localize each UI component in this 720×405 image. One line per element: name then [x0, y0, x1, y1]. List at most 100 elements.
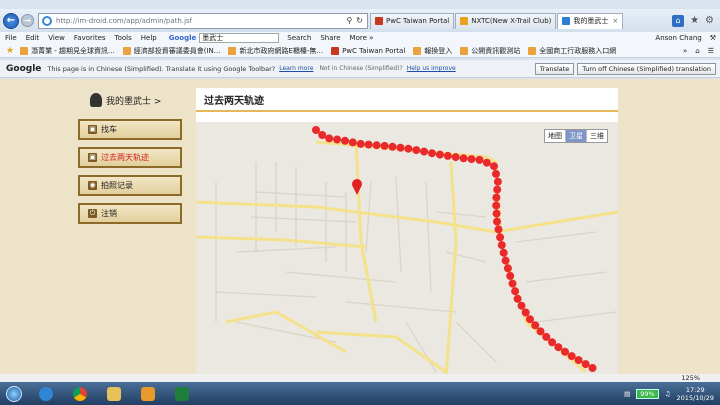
battery-indicator[interactable]: 99%	[636, 388, 659, 399]
favorite-link[interactable]: 潛菁業 - 趨期見全球資訊...	[20, 46, 115, 56]
translate-buttons: Translate Turn off Chinese (Simplified) …	[534, 62, 716, 75]
track-point	[443, 151, 452, 160]
turn-off-translation-button[interactable]: Turn off Chinese (Simplified) translatio…	[577, 62, 716, 75]
favorite-label: PwC Taiwan Portal	[342, 46, 406, 55]
learn-more-link[interactable]: Learn more	[279, 65, 313, 72]
close-tab-icon[interactable]: ×	[612, 17, 618, 25]
taskbar-chrome[interactable]	[64, 384, 96, 404]
track-point	[388, 142, 397, 151]
track-point	[435, 150, 444, 159]
favorite-link[interactable]: 新北市政府網路E櫃檯-無...	[228, 46, 323, 56]
sidebar-item-photos[interactable]: ◉ 拍照记录	[78, 175, 182, 196]
tab-pwc[interactable]: PwC Taiwan Portal	[370, 12, 455, 29]
volume-icon[interactable]: ♫	[665, 390, 671, 398]
back-button[interactable]: ←	[3, 12, 19, 29]
track-point	[493, 185, 502, 194]
track-point	[581, 360, 590, 369]
track-point	[333, 135, 342, 144]
signal-icon[interactable]: ▤	[624, 390, 630, 398]
menu-file[interactable]: File	[5, 34, 17, 42]
favorite-link[interactable]: PwC Taiwan Portal	[331, 46, 406, 55]
favbar-right: » ⌂ ☰	[683, 47, 714, 55]
home-icon[interactable]: ⌂	[695, 47, 699, 55]
tab-imdroid[interactable]: 我的墨武士 ×	[557, 12, 624, 29]
translate-button[interactable]: Translate	[534, 62, 575, 75]
favorites-star-icon[interactable]: ★	[6, 46, 14, 56]
search-icon[interactable]: ⚲	[346, 16, 352, 25]
account-name[interactable]: Anson Chang	[655, 34, 701, 42]
google-search-input[interactable]: 墨武士	[199, 33, 280, 43]
sidebar-item-track[interactable]: ▣ 过去两天轨迹	[78, 147, 182, 168]
tab-label: 我的墨武士	[573, 17, 609, 25]
favorite-link[interactable]: 報換登入	[413, 46, 452, 56]
favicon-icon	[331, 46, 340, 55]
pwc-favicon-icon	[375, 17, 383, 25]
excel-icon	[175, 386, 189, 401]
menu-tools[interactable]: Tools	[115, 34, 132, 42]
favorite-link[interactable]: 公開資訊觀測站	[460, 46, 520, 56]
map-type-satellite[interactable]: 卫星	[566, 130, 587, 142]
favicon-icon	[20, 46, 29, 55]
taskbar-outlook[interactable]	[132, 384, 164, 404]
chrome-icon	[73, 386, 87, 401]
sidebar-item-logout[interactable]: ⏻ 注销	[78, 203, 182, 224]
taskbar-explorer[interactable]	[98, 384, 130, 404]
zoom-level[interactable]: 125%	[681, 374, 700, 382]
track-point	[567, 352, 576, 361]
menu-favorites[interactable]: Favorites	[74, 34, 106, 42]
track-point	[341, 136, 349, 145]
settings-gear-icon[interactable]: ⚙	[705, 15, 714, 26]
google-logo: Google	[6, 63, 42, 74]
monitor-icon: ▣	[88, 153, 97, 162]
nxtc-favicon-icon	[460, 17, 469, 25]
track-point	[503, 264, 512, 273]
favorite-label: 報換登入	[424, 46, 453, 55]
windows-orb-icon	[6, 385, 22, 402]
refresh-icon[interactable]: ↻	[356, 16, 363, 25]
toolbar-search-button[interactable]: Search	[287, 34, 311, 42]
favorites-bar: ★ 潛菁業 - 趨期見全球資訊... 經濟部投資審議委員會(IN... 新北市政…	[0, 44, 720, 58]
status-bar: 125%	[0, 374, 720, 382]
menu-edit[interactable]: Edit	[26, 34, 40, 42]
home-icon[interactable]: ⌂	[672, 14, 685, 27]
map-canvas[interactable]	[196, 122, 618, 377]
track-point	[493, 217, 501, 226]
toolbar-share-button[interactable]: Share	[320, 34, 340, 42]
map-type-3d[interactable]: 三维	[587, 130, 607, 142]
overflow-chevron-icon[interactable]: »	[683, 47, 687, 55]
wrench-icon[interactable]: ⚒	[710, 34, 716, 42]
taskbar-ie[interactable]	[30, 384, 62, 404]
page-menu-icon[interactable]: ☰	[708, 47, 714, 55]
forward-button[interactable]: →	[21, 14, 34, 27]
clock[interactable]: 17:29 2015/10/29	[677, 386, 714, 402]
google-logo: Google	[168, 34, 197, 42]
toolbar-more-button[interactable]: More »	[350, 34, 374, 42]
track-point	[318, 131, 327, 139]
menu-view[interactable]: View	[48, 34, 65, 42]
track-point	[493, 177, 502, 186]
sidebar-item-find-car[interactable]: ▣ 找车	[78, 119, 182, 140]
track-point	[511, 287, 520, 296]
track-point	[451, 153, 460, 162]
track-map[interactable]: 地图 卫星 三维	[196, 122, 618, 377]
taskbar-excel[interactable]	[166, 384, 198, 404]
url-field[interactable]: http://im-droid.com/app/admin/path.jsf ⚲…	[38, 12, 368, 29]
track-point	[490, 162, 498, 171]
favicon-icon	[460, 46, 469, 55]
track-point	[492, 201, 501, 210]
not-chinese-text: Not in Chinese (Simplified)?	[319, 65, 403, 72]
google-toolbar-search: Google 墨武士	[169, 33, 280, 44]
start-button[interactable]	[0, 383, 28, 405]
tab-nxtc[interactable]: NXTC(New X-Trail Club)	[455, 12, 557, 29]
favorite-link[interactable]: 全國商工行政服務入口網	[528, 46, 616, 56]
track-point	[548, 338, 557, 347]
user-header[interactable]: 我的墨武士 >	[78, 88, 188, 112]
track-point	[396, 143, 405, 152]
imdroid-favicon-icon	[562, 17, 571, 25]
track-point	[482, 158, 491, 167]
favorite-link[interactable]: 經濟部投資審議委員會(IN...	[122, 46, 220, 56]
map-type-map[interactable]: 地图	[545, 130, 566, 142]
favorites-star-icon[interactable]: ★	[690, 15, 699, 26]
help-improve-link[interactable]: Help us improve	[407, 65, 456, 72]
menu-help[interactable]: Help	[141, 34, 157, 42]
